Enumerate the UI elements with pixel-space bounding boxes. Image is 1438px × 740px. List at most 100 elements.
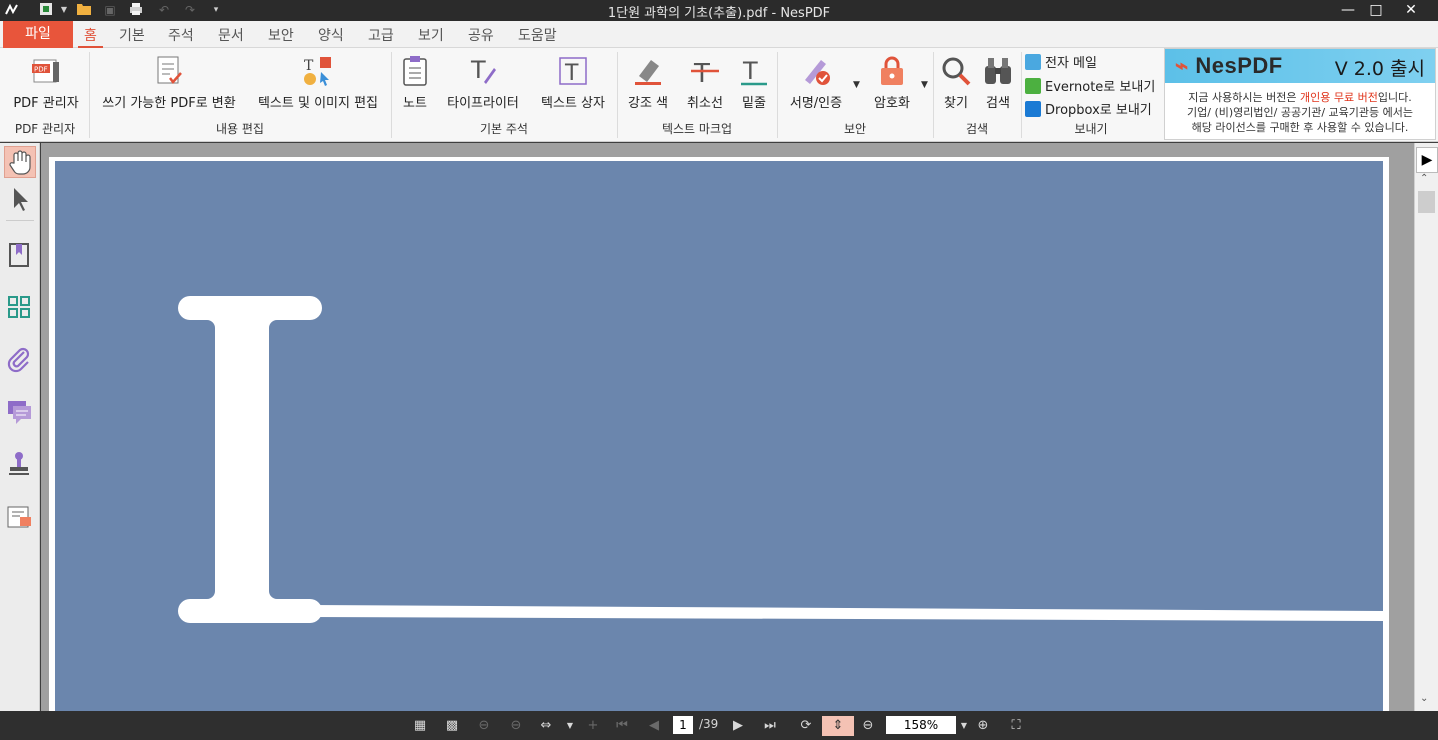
group-security: 보안 [843,122,867,136]
svg-text:PDF: PDF [34,66,48,74]
comments-icon[interactable] [4,396,36,428]
form-fields-icon[interactable] [4,501,36,533]
pdf-manager-button[interactable]: PDF PDF 관리자 [8,54,84,116]
find-button[interactable]: 찾기 [938,54,974,116]
dropbox-button[interactable]: Dropbox로 보내기 [1025,99,1152,118]
tab-basic[interactable]: 기본 [119,25,145,45]
first-page-icon[interactable]: ⏮ [612,716,632,736]
pdf-page [49,157,1389,711]
sign-certify-button[interactable]: 서명/인증 [784,54,848,116]
tab-help[interactable]: 도움말 [518,25,557,45]
zoom-level-field[interactable]: 158% [886,716,956,734]
promo-highlight: 개인용 무료 버전 [1300,91,1378,104]
zoom-out-icon[interactable]: ⊖ [858,716,878,736]
encrypt-label: 암호화 [874,96,910,111]
tab-file[interactable]: 파일 [3,21,73,48]
brand-logo: ⌁ NesPDF [1175,53,1283,78]
promo-line-2: 기업/ (비)영리법인/ 공공기관/ 교육기관등 에서는 [1187,106,1413,119]
scroll-down-icon[interactable]: ⌄ [1420,693,1428,704]
textbox-button[interactable]: T 텍스트 상자 [534,54,612,116]
strikeout-button[interactable]: T 취소선 [682,54,728,116]
promo-line-1-end: 입니다. [1377,91,1412,104]
fullscreen-icon[interactable]: ⛶ [1006,716,1026,736]
edit-text-image-button[interactable]: T 텍스트 및 이미지 편집 [250,54,386,116]
page-number-input[interactable]: 1 [673,716,693,734]
actual-size-icon[interactable]: + [583,716,603,736]
title-bar: ▼ ▣ ↶ ↷ ▾ 1단원 과학의 기초(추출).pdf - NesPDF — … [0,0,1438,21]
zoom-in-small-icon[interactable]: ⊖ [506,716,526,736]
underline-button[interactable]: T 밑줄 [736,54,772,116]
svg-text:T: T [693,59,710,88]
pdf-manager-icon: PDF [32,59,59,83]
textbox-label: 텍스트 상자 [541,96,605,111]
ribbon: PDF PDF 관리자 PDF 관리자 쓰기 가능한 PDF로 변환 T 텍스트… [0,48,1438,142]
single-page-view-icon[interactable]: ▦ [410,716,430,736]
encrypt-button[interactable]: 암호화 [868,54,916,116]
next-page-icon[interactable]: ▶ [728,716,748,736]
fit-dropdown-icon[interactable]: ▼ [560,716,580,736]
continuous-view-icon[interactable]: ▩ [442,716,462,736]
vertical-scrollbar[interactable]: ▶ ⌃ ⌄ [1414,143,1438,711]
tab-view[interactable]: 보기 [418,25,444,45]
minimize-button[interactable]: — [1333,0,1363,21]
stamp-icon[interactable] [4,448,36,480]
typewriter-label: 타이프라이터 [447,96,519,111]
previous-page-icon[interactable]: ◀ [644,716,664,736]
bookmark-icon[interactable] [4,239,36,271]
tab-home[interactable]: 홈 [78,25,103,48]
evernote-icon [1025,78,1041,94]
find-label: 찾기 [944,96,968,111]
tab-share[interactable]: 공유 [468,25,494,45]
encrypt-dropdown-icon[interactable]: ▼ [921,80,928,90]
tab-security[interactable]: 보안 [268,25,294,45]
email-button[interactable]: 전자 메일 [1025,52,1097,71]
panel-expand-icon[interactable]: ▶ [1416,147,1438,173]
search-label: 검색 [986,96,1010,111]
zoom-in-icon[interactable]: ⊕ [973,716,993,736]
note-button[interactable]: 노트 [398,54,432,116]
strikeout-label: 취소선 [687,96,723,111]
underline-icon: T [741,57,767,86]
highlight-label: 강조 색 [627,96,668,111]
zoom-out-small-icon[interactable]: ⊖ [474,716,494,736]
fit-page-icon[interactable]: ⇕ [822,716,854,736]
scroll-up-icon[interactable]: ⌃ [1420,173,1428,184]
document-view[interactable] [41,143,1414,711]
promo-line-1-text: 지금 사용하시는 버전은 [1188,91,1300,104]
last-page-icon[interactable]: ⏭ [760,716,780,736]
tab-document[interactable]: 문서 [218,25,244,45]
edit-text-image-label: 텍스트 및 이미지 편집 [257,96,379,111]
group-text-markup: 텍스트 마크업 [661,122,733,136]
zoom-dropdown-icon[interactable]: ▼ [954,716,974,736]
pdf-manager-label: PDF 관리자 [13,96,79,111]
email-icon [1025,54,1041,70]
promo-banner[interactable]: ⌁ NesPDF V 2.0 출시 지금 사용하시는 버전은 개인용 무료 버전… [1164,48,1436,140]
hand-tool-icon[interactable] [4,146,36,178]
svg-text:T: T [742,57,758,85]
convert-writable-icon [157,56,182,84]
group-content-edit: 내용 편집 [216,122,264,136]
binoculars-icon [985,58,1011,84]
tab-annotation[interactable]: 주석 [168,25,194,45]
strikeout-icon: T [691,59,719,88]
magnifier-icon [942,57,971,86]
tab-advanced[interactable]: 고급 [368,25,394,45]
sign-dropdown-icon[interactable]: ▼ [853,80,860,90]
attachment-icon[interactable] [4,344,36,376]
fit-width-icon[interactable]: ⇔ [536,716,556,736]
textbox-icon: T [559,57,587,86]
rotate-page-icon[interactable]: ⟳ [796,716,816,736]
evernote-button[interactable]: Evernote로 보내기 [1025,76,1155,95]
convert-writable-pdf-button[interactable]: 쓰기 가능한 PDF로 변환 [96,54,242,116]
maximize-button[interactable]: □ [1361,0,1391,21]
close-button[interactable]: ✕ [1396,0,1426,21]
toolbar-divider [6,220,34,221]
highlight-button[interactable]: 강조 색 [624,54,672,116]
thumbnails-icon[interactable] [4,292,36,324]
typewriter-button[interactable]: T 타이프라이터 [440,54,526,116]
svg-text:T: T [470,56,486,84]
search-button[interactable]: 검색 [980,54,1016,116]
tab-form[interactable]: 양식 [318,25,344,45]
scroll-thumb[interactable] [1418,191,1435,213]
select-tool-icon[interactable] [4,183,36,215]
